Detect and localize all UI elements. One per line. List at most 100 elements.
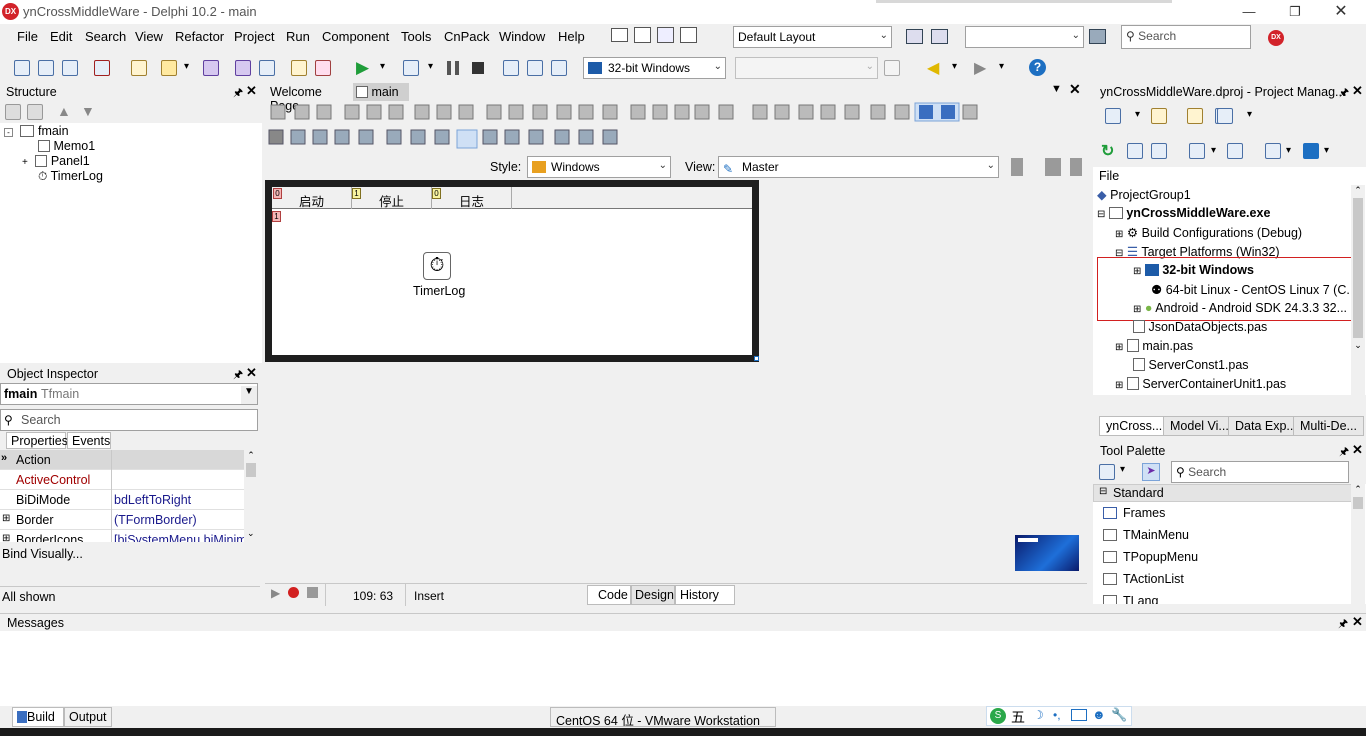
tree-node-serverconst[interactable]: ServerConst1.pas — [1133, 358, 1249, 372]
close-all-icon[interactable] — [94, 60, 110, 76]
layers-icon[interactable] — [1303, 143, 1319, 159]
punctuation-icon[interactable]: •, — [1053, 708, 1061, 722]
palette-item-tlang[interactable]: TLang — [1103, 594, 1158, 604]
add-to-project-icon[interactable] — [291, 60, 307, 76]
categories-icon[interactable] — [1099, 464, 1115, 480]
palette-search-input[interactable]: ⚲ Search — [1171, 461, 1349, 483]
wrench-icon[interactable]: 🔧 — [1111, 707, 1127, 723]
chevron-down-icon[interactable]: ▾ — [952, 61, 957, 72]
stop-icon[interactable] — [472, 62, 484, 74]
tree-node-projectgroup[interactable]: ◆ ProjectGroup1 — [1097, 187, 1191, 202]
tree-node-timerlog[interactable]: ⏱ TimerLog — [38, 169, 103, 184]
expand-toggle-icon[interactable]: ⊞ — [1115, 229, 1123, 240]
chevron-up-icon[interactable]: ⌃ — [244, 450, 258, 461]
tree-node-android[interactable]: ⊞ ● Android - Android SDK 24.3.3 32... — [1133, 301, 1347, 315]
scroll-thumb[interactable] — [246, 463, 256, 477]
collapse-icon[interactable] — [27, 104, 43, 120]
menu-edit[interactable]: Edit — [50, 29, 72, 44]
list-icon[interactable] — [1189, 143, 1205, 159]
expand-all-icon[interactable] — [1127, 143, 1143, 159]
tree-node-main-pas[interactable]: ⊞ main.pas — [1115, 339, 1193, 353]
tab-history[interactable]: History — [675, 585, 735, 605]
form-client[interactable]: 0 启动 1 停止 0 日志 1 ⏱ TimerLog — [272, 187, 752, 355]
chevron-down-icon[interactable]: ▾ — [1211, 145, 1216, 156]
palette-item-tpopupmenu[interactable]: TPopupMenu — [1103, 550, 1198, 564]
ide-search-input[interactable]: ⚲ Search — [1121, 25, 1251, 49]
menu-file[interactable]: File — [17, 29, 38, 44]
tree-node-panel1[interactable]: + Panel1 — [22, 154, 90, 168]
palette-item-tmainmenu[interactable]: TMainMenu — [1103, 528, 1189, 542]
comment-icon[interactable] — [657, 27, 674, 43]
arrow-up-icon[interactable]: ▲ — [57, 103, 71, 119]
collapse-toggle-icon[interactable]: ⊟ — [1097, 209, 1105, 220]
minimize-icon[interactable]: — — [1226, 2, 1272, 22]
tab-code[interactable]: Code — [587, 585, 631, 605]
chevron-down-icon[interactable]: ▼ — [241, 386, 257, 404]
tab-main[interactable]: main — [353, 83, 409, 101]
property-row[interactable]: BiDiMode bdLeftToRight — [0, 490, 244, 510]
menu-search[interactable]: Search — [85, 29, 126, 44]
property-row[interactable]: » Action — [0, 450, 244, 470]
ime-mode[interactable]: 五 — [1011, 707, 1025, 727]
remove-from-project-icon[interactable] — [315, 60, 331, 76]
chevron-down-icon[interactable]: ▼ — [1051, 83, 1062, 95]
forward-icon[interactable]: ▶ — [974, 58, 986, 78]
tree-node-win32[interactable]: ⊞ 32-bit Windows — [1133, 263, 1254, 277]
calendar-icon[interactable] — [634, 27, 651, 43]
expand-icon[interactable] — [5, 104, 21, 120]
platform-combo[interactable]: 32-bit Windows ⌄ — [583, 57, 726, 79]
device-combo[interactable]: ⌄ — [735, 57, 878, 79]
menu-cnpack[interactable]: CnPack — [444, 29, 490, 44]
save-icon[interactable] — [203, 60, 219, 76]
new-items-icon[interactable] — [38, 60, 54, 76]
stop-macro-icon[interactable] — [307, 587, 318, 598]
chevron-down-icon[interactable]: ⌄ — [1351, 340, 1365, 351]
menu-help[interactable]: Help — [558, 29, 585, 44]
tab-model-view[interactable]: Model Vi... — [1163, 416, 1236, 436]
property-row[interactable]: ActiveControl — [0, 470, 244, 490]
chevron-down-icon[interactable]: ▾ — [1135, 109, 1140, 120]
chevron-down-icon[interactable]: ▾ — [428, 61, 433, 72]
expand-toggle-icon[interactable]: + — [22, 157, 28, 168]
save-all-icon[interactable] — [235, 60, 251, 76]
menu-tools[interactable]: Tools — [401, 29, 431, 44]
form-tab-start[interactable]: 0 启动 — [272, 187, 352, 209]
tree-node-fmain[interactable]: - fmain — [4, 124, 69, 138]
tab-properties[interactable]: Properties — [6, 432, 68, 449]
timer-component-icon[interactable]: ⏱ — [423, 252, 451, 280]
help-icon[interactable]: ? — [1029, 59, 1046, 76]
build-icon[interactable] — [1227, 143, 1243, 159]
chevron-down-icon[interactable]: ▾ — [184, 61, 189, 72]
scroll-thumb[interactable] — [1353, 497, 1363, 509]
device-view-icon[interactable] — [1070, 158, 1082, 176]
chevron-down-icon[interactable]: ▾ — [1120, 464, 1125, 475]
keyboard-icon[interactable] — [1071, 709, 1087, 721]
property-value[interactable]: [biSystemMenu,biMinimi — [114, 533, 249, 542]
menu-refactor[interactable]: Refactor — [175, 29, 224, 44]
project-tree-scrollbar[interactable]: ⌃ ⌄ — [1351, 185, 1365, 395]
save-desktop-icon[interactable] — [906, 29, 923, 44]
back-icon[interactable]: ◀ — [927, 58, 939, 78]
chevron-up-icon[interactable]: ⌃ — [1351, 185, 1365, 196]
expand-toggle-icon[interactable]: ⊞ — [1133, 304, 1141, 315]
close-icon[interactable]: ✕ — [1069, 81, 1081, 98]
expand-toggle-icon[interactable]: ⊞ — [2, 513, 10, 524]
chevron-down-icon[interactable]: ▾ — [380, 61, 385, 72]
moon-icon[interactable]: ☽ — [1033, 708, 1044, 722]
user-icon[interactable]: ☻ — [1092, 707, 1106, 722]
ime-logo-icon[interactable]: S — [990, 708, 1006, 724]
tab-welcome-page[interactable]: Welcome Page — [267, 83, 353, 113]
step-over-icon[interactable] — [527, 60, 543, 76]
scroll-thumb[interactable] — [1353, 198, 1363, 338]
palette-item-frames[interactable]: Frames — [1103, 506, 1165, 520]
menu-window[interactable]: Window — [499, 29, 545, 44]
pointer-icon[interactable]: ➤ — [1142, 463, 1160, 481]
tree-node-build-configs[interactable]: ⊞ ⚙ Build Configurations (Debug) — [1115, 225, 1302, 240]
chevron-down-icon[interactable]: ⌄ — [247, 528, 255, 539]
tab-output[interactable]: Output — [64, 707, 112, 727]
new-project-icon[interactable] — [131, 60, 147, 76]
view-combo[interactable]: ✎ Master ⌄ — [718, 156, 999, 178]
resize-handle[interactable] — [754, 356, 759, 361]
menu-run[interactable]: Run — [286, 29, 310, 44]
alignment-toolbar-icons[interactable] — [265, 101, 1087, 151]
